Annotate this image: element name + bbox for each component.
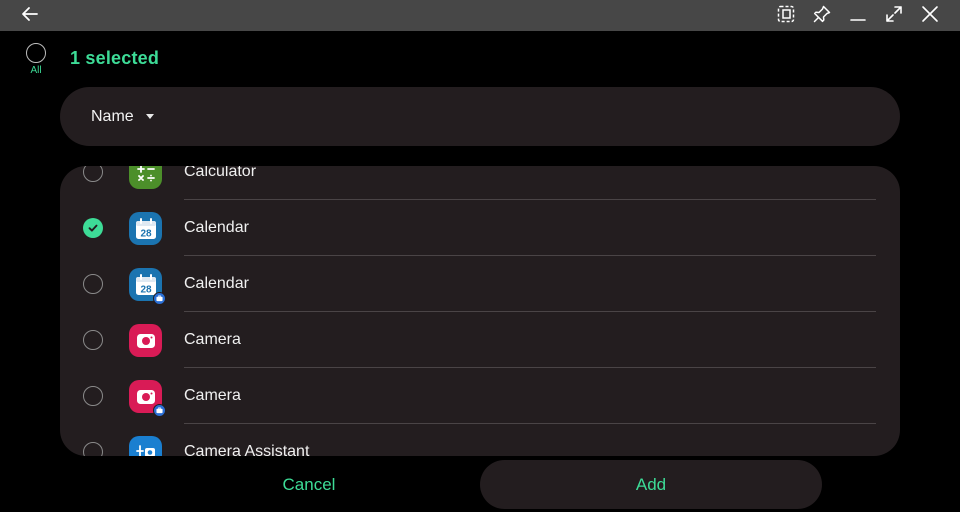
app-name: Calculator: [184, 166, 257, 180]
pin-button[interactable]: [804, 0, 840, 28]
app-row[interactable]: 28 Calendar: [60, 256, 900, 312]
app-name: Camera Assistant: [184, 443, 310, 456]
app-row[interactable]: Camera Assistant: [60, 424, 900, 456]
radio-unchecked: [83, 274, 103, 294]
app-name: Camera: [184, 331, 241, 348]
radio-unchecked: [83, 330, 103, 350]
snap-window-button[interactable]: [768, 0, 804, 28]
app-select-radio[interactable]: [83, 442, 103, 456]
back-button[interactable]: [12, 0, 48, 28]
minimize-icon: [850, 19, 866, 21]
app-picker-dialog: All 1 selected Name Calculator 28 Calendar…: [0, 31, 960, 512]
cancel-button[interactable]: Cancel: [150, 460, 468, 509]
select-all-toggle[interactable]: All: [22, 43, 50, 79]
close-icon: [922, 6, 938, 22]
app-select-radio[interactable]: [83, 218, 103, 238]
select-all-radio[interactable]: [26, 43, 46, 63]
work-profile-badge-icon: [153, 292, 166, 305]
app-select-radio[interactable]: [83, 274, 103, 294]
calendar-icon: 28: [129, 268, 166, 305]
app-name: Camera: [184, 387, 241, 404]
calendar-icon: 28: [129, 212, 162, 245]
radio-unchecked: [83, 386, 103, 406]
minimize-button[interactable]: [840, 0, 876, 28]
radio-unchecked: [83, 166, 103, 182]
check-icon: [83, 218, 103, 238]
app-select-radio[interactable]: [83, 330, 103, 350]
maximize-button[interactable]: [876, 0, 912, 28]
sort-dropdown[interactable]: Name: [60, 87, 900, 146]
snap-window-icon: [777, 5, 795, 23]
close-button[interactable]: [912, 0, 948, 28]
caret-down-icon: [145, 114, 154, 119]
select-all-label: All: [30, 65, 42, 76]
add-button[interactable]: Add: [480, 460, 822, 509]
app-name: Calendar: [184, 275, 249, 292]
app-row[interactable]: Calculator: [60, 166, 900, 200]
svg-text:28: 28: [140, 284, 152, 295]
work-profile-badge-icon: [153, 404, 166, 417]
app-select-radio[interactable]: [83, 386, 103, 406]
app-name: Calendar: [184, 219, 249, 236]
selected-count: 1 selected: [70, 48, 160, 68]
sort-label: Name: [91, 107, 134, 125]
camera-icon: [129, 380, 166, 417]
radio-unchecked: [83, 442, 103, 456]
camera-icon: [129, 324, 162, 357]
app-list[interactable]: Calculator 28 Calendar 28 Calendar Camera Came…: [60, 166, 900, 456]
window-titlebar: [0, 0, 960, 31]
pin-icon: [813, 5, 831, 23]
app-list-inner: Calculator 28 Calendar 28 Calendar Camera Came…: [60, 166, 900, 456]
maximize-icon: [886, 6, 902, 22]
calculator-icon: [129, 166, 162, 189]
app-select-radio[interactable]: [83, 166, 103, 182]
svg-text:28: 28: [140, 228, 152, 239]
camera-assistant-icon: [129, 436, 162, 456]
app-row[interactable]: 28 Calendar: [60, 200, 900, 256]
back-arrow-icon: [22, 7, 38, 21]
app-row[interactable]: Camera: [60, 312, 900, 368]
app-row[interactable]: Camera: [60, 368, 900, 424]
